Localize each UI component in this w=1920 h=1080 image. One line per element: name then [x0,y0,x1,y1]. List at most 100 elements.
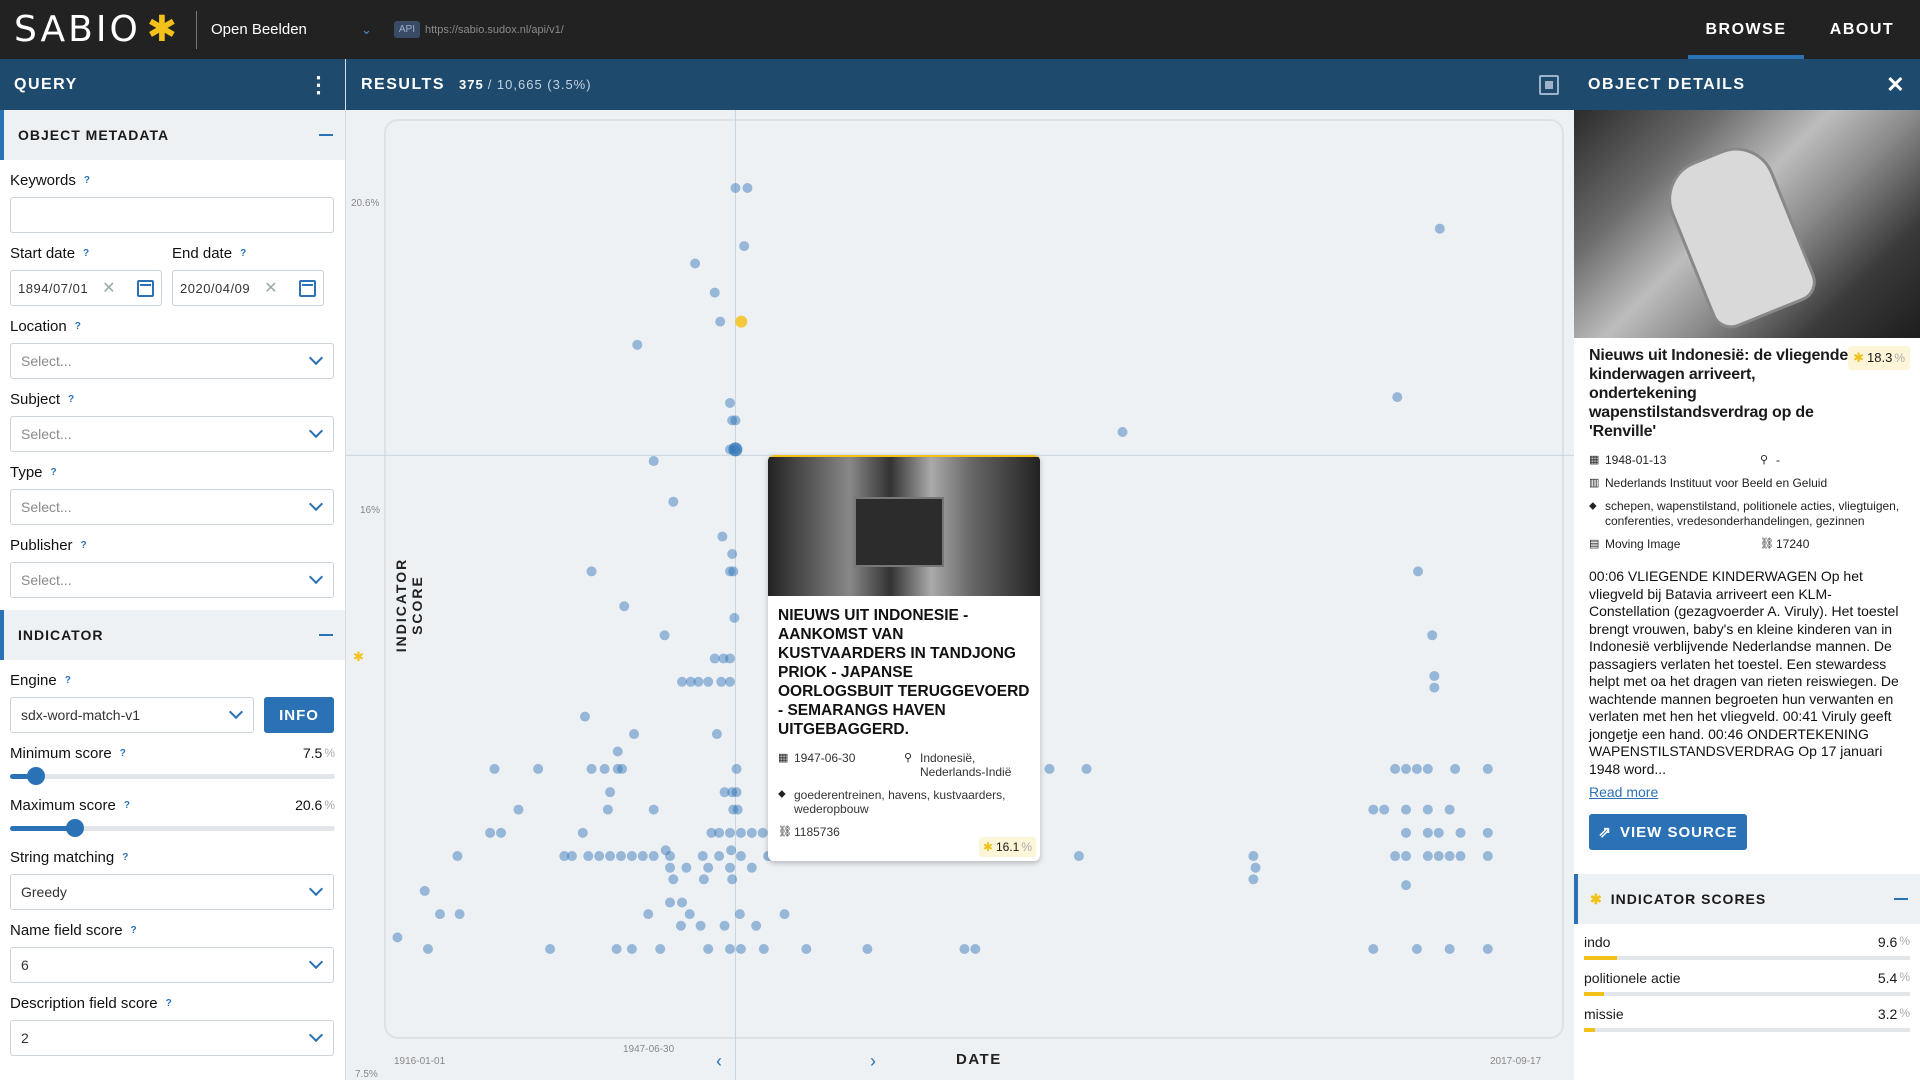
data-point[interactable] [731,763,742,774]
keywords-input[interactable] [10,197,334,233]
help-icon[interactable]: ? [65,675,71,686]
data-point[interactable] [725,676,736,687]
data-point[interactable] [739,241,750,252]
data-point[interactable] [599,763,610,774]
data-point[interactable] [727,874,738,885]
engine-select[interactable]: sdx-word-match-v1 [10,697,254,733]
data-point[interactable] [629,729,640,740]
data-point[interactable] [1444,944,1455,954]
data-point[interactable] [1444,804,1455,815]
help-icon[interactable]: ? [75,321,81,332]
data-point[interactable] [1434,223,1445,234]
data-point[interactable] [605,851,616,862]
clear-icon[interactable]: ✕ [264,278,278,298]
data-point[interactable] [725,397,736,408]
data-point[interactable] [735,944,746,954]
max-score-slider[interactable] [10,819,335,837]
calendar-icon[interactable] [137,279,154,297]
data-point[interactable] [677,897,688,908]
data-point[interactable] [695,920,706,931]
data-point[interactable] [711,729,722,740]
calendar-icon[interactable] [299,279,316,297]
data-point[interactable] [746,827,757,838]
data-point[interactable] [637,851,648,862]
help-icon[interactable]: ? [166,998,172,1009]
data-point[interactable] [735,851,746,862]
data-point[interactable] [454,909,465,920]
data-point[interactable] [533,763,544,774]
data-point[interactable] [452,851,463,862]
data-point[interactable] [693,676,704,687]
data-point[interactable] [419,885,430,896]
data-point[interactable] [1482,944,1493,954]
data-point[interactable] [422,944,433,954]
collapse-icon[interactable] [319,134,333,136]
data-point[interactable] [746,862,757,873]
data-point[interactable] [602,804,613,815]
data-point[interactable] [1433,827,1444,838]
publisher-select[interactable]: Select... [10,562,334,598]
data-point[interactable] [970,944,981,954]
data-point[interactable] [862,944,873,954]
data-point[interactable] [719,920,730,931]
data-point[interactable] [1401,851,1412,862]
data-point[interactable] [1248,851,1259,862]
chevron-right-icon[interactable]: › [870,1051,876,1072]
data-point[interactable] [758,944,769,954]
data-point[interactable] [577,827,588,838]
data-point[interactable] [1455,827,1466,838]
subject-select[interactable]: Select... [10,416,334,452]
data-point[interactable] [1422,851,1433,862]
data-point[interactable] [729,612,740,623]
data-point[interactable] [655,944,666,954]
data-point[interactable] [1044,763,1055,774]
data-point[interactable] [632,339,643,350]
data-point[interactable] [1422,804,1433,815]
data-point[interactable] [1411,944,1422,954]
data-point[interactable] [586,566,597,577]
fullscreen-icon[interactable] [1539,74,1559,95]
data-point[interactable] [605,787,616,798]
data-point[interactable] [742,183,753,193]
help-icon[interactable]: ? [68,394,74,405]
help-icon[interactable]: ? [122,852,128,863]
data-point[interactable] [1401,880,1412,891]
start-date-input[interactable]: 1894/07/01 ✕ [10,270,162,306]
data-point[interactable] [725,653,736,664]
data-point[interactable] [1250,862,1261,873]
data-point[interactable] [1248,874,1259,885]
data-point[interactable] [1482,827,1493,838]
data-point[interactable] [779,909,790,920]
data-point[interactable] [751,920,762,931]
data-point[interactable] [1422,763,1433,774]
highlighted-data-point[interactable] [735,315,748,328]
help-icon[interactable]: ? [51,467,57,478]
data-point[interactable] [626,851,637,862]
data-point[interactable] [485,827,496,838]
data-point[interactable] [1368,804,1379,815]
app-logo[interactable]: SABIO ✱ [14,9,180,50]
clear-icon[interactable]: ✕ [102,278,116,298]
data-point[interactable] [659,630,670,641]
data-point[interactable] [757,827,768,838]
data-point[interactable] [726,845,737,856]
data-point[interactable] [665,851,676,862]
data-point[interactable] [801,944,812,954]
data-point[interactable] [648,456,659,467]
data-point[interactable] [703,676,714,687]
data-point[interactable] [703,944,714,954]
data-point[interactable] [583,851,594,862]
data-point[interactable] [586,763,597,774]
data-point[interactable] [714,827,725,838]
chevron-down-icon[interactable]: ⌄ [361,22,372,38]
data-point[interactable] [1073,851,1084,862]
data-point[interactable] [1368,944,1379,954]
data-point[interactable] [1392,392,1403,403]
help-icon[interactable]: ? [120,748,126,759]
data-point[interactable] [716,676,727,687]
min-score-slider[interactable] [10,767,335,785]
help-icon[interactable]: ? [81,540,87,551]
data-point[interactable] [1433,851,1444,862]
data-point[interactable] [1390,763,1401,774]
data-point[interactable] [698,874,709,885]
